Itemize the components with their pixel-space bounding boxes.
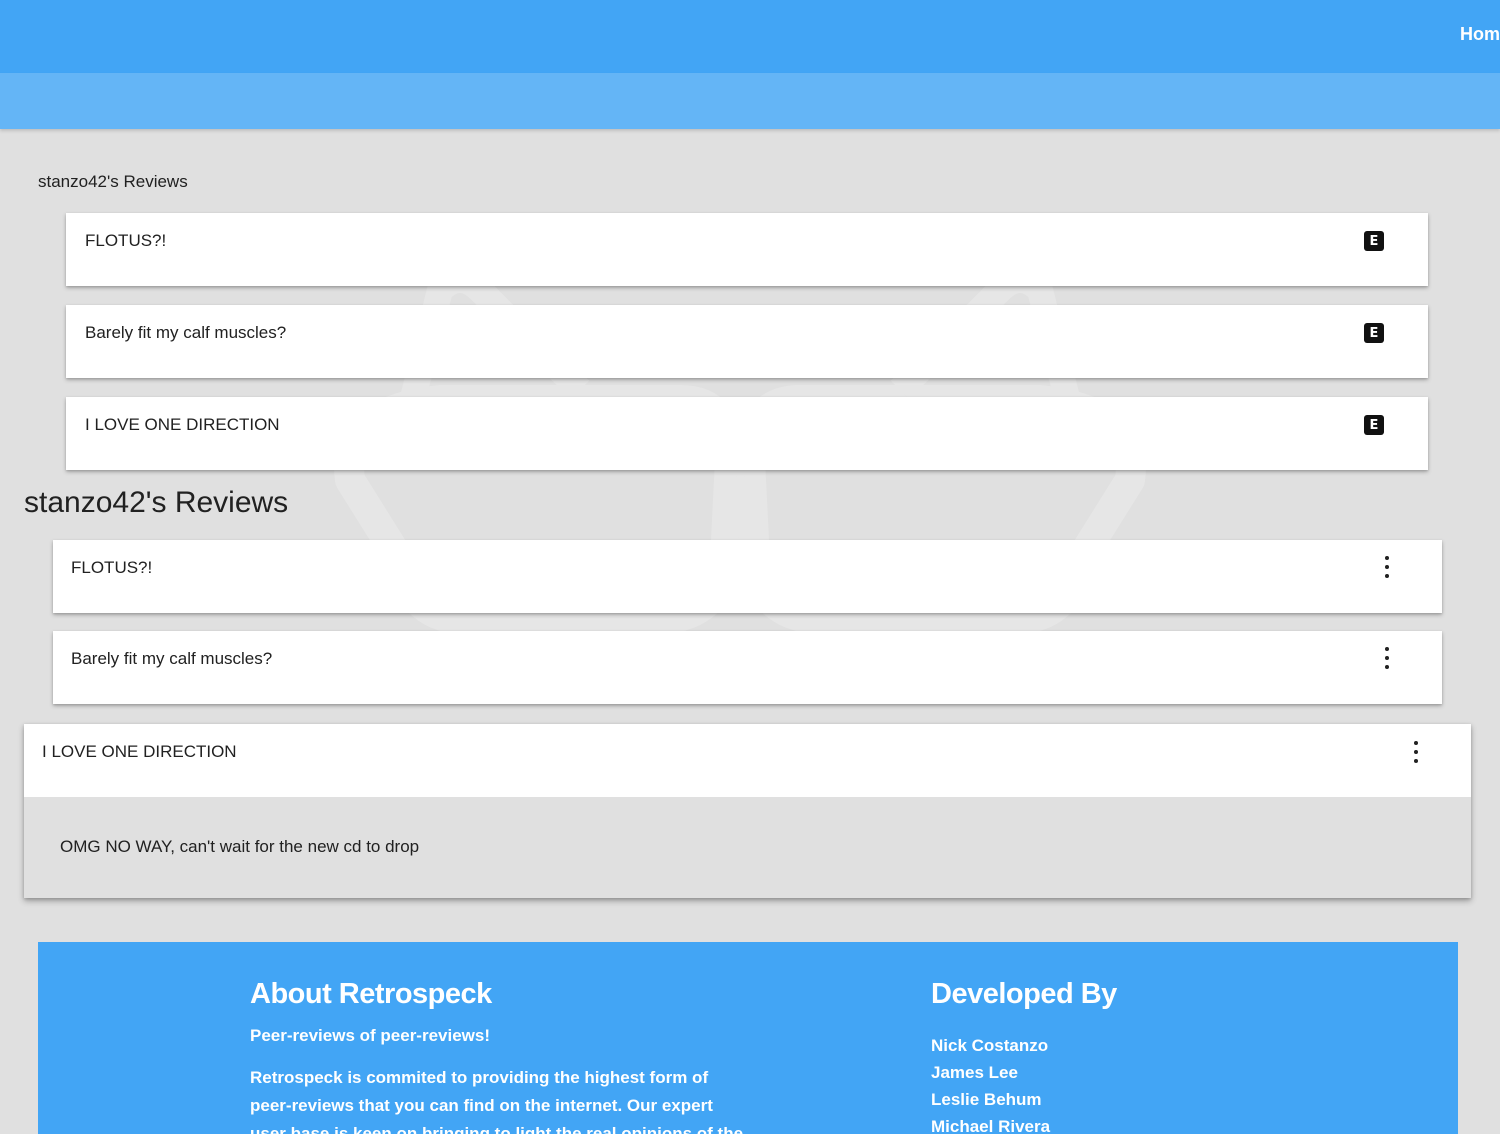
review-title: FLOTUS?!: [85, 231, 167, 250]
review-title: I LOVE ONE DIRECTION: [42, 742, 237, 761]
top-navbar: Home: [0, 0, 1500, 73]
review-title: Barely fit my calf muscles?: [71, 649, 273, 668]
footer-about-tagline: Peer-reviews of peer-reviews!: [250, 1026, 491, 1045]
review-card-expanded[interactable]: I LOVE ONE DIRECTION OMG NO WAY, can't w…: [24, 724, 1471, 898]
footer-about-title: About Retrospeck: [250, 978, 492, 1010]
e-icon[interactable]: E: [1364, 415, 1384, 435]
review-title: FLOTUS?!: [71, 558, 153, 577]
review-card[interactable]: I LOVE ONE DIRECTION E: [66, 397, 1428, 470]
review-title: I LOVE ONE DIRECTION: [85, 415, 280, 434]
sub-header-bar: [0, 73, 1500, 129]
review-card[interactable]: FLOTUS?! E: [66, 213, 1428, 286]
review-card-header[interactable]: I LOVE ONE DIRECTION: [24, 724, 1471, 797]
review-title: Barely fit my calf muscles?: [85, 323, 287, 342]
developer-list: Nick Costanzo James Lee Leslie Behum Mic…: [931, 1032, 1050, 1134]
nav-home-link[interactable]: Home: [1460, 24, 1500, 45]
more-vert-icon[interactable]: [1409, 741, 1423, 763]
review-body: OMG NO WAY, can't wait for the new cd to…: [60, 837, 420, 856]
more-vert-icon[interactable]: [1380, 556, 1394, 578]
more-vert-icon[interactable]: [1380, 647, 1394, 669]
review-card[interactable]: Barely fit my calf muscles? E: [66, 305, 1428, 378]
review-card[interactable]: FLOTUS?!: [53, 540, 1442, 613]
footer-dev-title: Developed By: [931, 978, 1117, 1010]
e-icon[interactable]: E: [1364, 231, 1384, 251]
developer-name: Leslie Behum: [931, 1090, 1042, 1109]
footer: About Retrospeck Peer-reviews of peer-re…: [38, 942, 1458, 1134]
developer-name: Nick Costanzo: [931, 1036, 1049, 1055]
footer-about-text: Retrospeck is commited to providing the …: [250, 1068, 744, 1134]
section-heading-large: stanzo42's Reviews: [24, 486, 289, 519]
review-card[interactable]: Barely fit my calf muscles?: [53, 631, 1442, 704]
e-icon[interactable]: E: [1364, 323, 1384, 343]
developer-name: James Lee: [931, 1063, 1018, 1082]
developer-name: Michael Rivera: [931, 1117, 1051, 1134]
section-heading-small: stanzo42's Reviews: [38, 172, 188, 191]
